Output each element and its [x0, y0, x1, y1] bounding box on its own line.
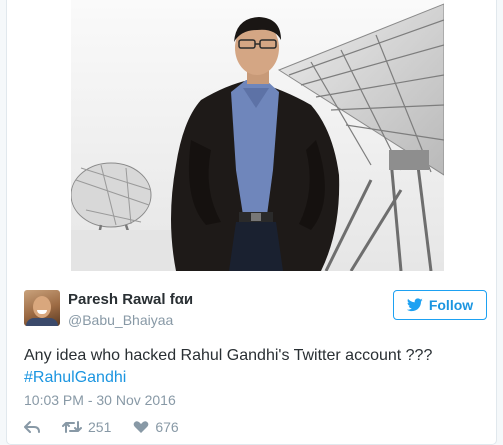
- tweet-timestamp[interactable]: 10:03 PM - 30 Nov 2016: [24, 392, 176, 408]
- tweet-actions: 251 676: [24, 418, 179, 436]
- tweet-photo[interactable]: [71, 0, 444, 271]
- reply-icon: [24, 421, 40, 433]
- like-count: 676: [155, 419, 179, 435]
- author-handle[interactable]: @Babu_Bhaiyaa: [68, 312, 173, 328]
- follow-label: Follow: [428, 297, 474, 313]
- retweet-icon: [62, 421, 82, 433]
- tweet-card: Paresh Rawal fαи @Babu_Bhaiyaa Follow An…: [6, 0, 497, 445]
- hashtag-link[interactable]: #RahulGandhi: [24, 369, 126, 386]
- retweet-count: 251: [88, 419, 112, 435]
- tweet-text: Any idea who hacked Rahul Gandhi's Twitt…: [24, 345, 484, 389]
- author-avatar[interactable]: [24, 290, 60, 326]
- author-display-name[interactable]: Paresh Rawal fαи: [68, 291, 193, 308]
- follow-button[interactable]: Follow: [393, 290, 487, 320]
- avatar-face: [33, 296, 51, 318]
- reply-button[interactable]: [24, 420, 40, 434]
- like-button[interactable]: 676: [133, 419, 179, 435]
- avatar-shirt: [26, 318, 58, 326]
- bird-icon: [406, 298, 423, 312]
- tweet-text-main: Any idea who hacked Rahul Gandhi's Twitt…: [24, 347, 433, 364]
- retweet-button[interactable]: 251: [62, 419, 111, 435]
- heart-icon: [134, 421, 149, 433]
- photo-man-with-satellite-dishes: [71, 0, 444, 271]
